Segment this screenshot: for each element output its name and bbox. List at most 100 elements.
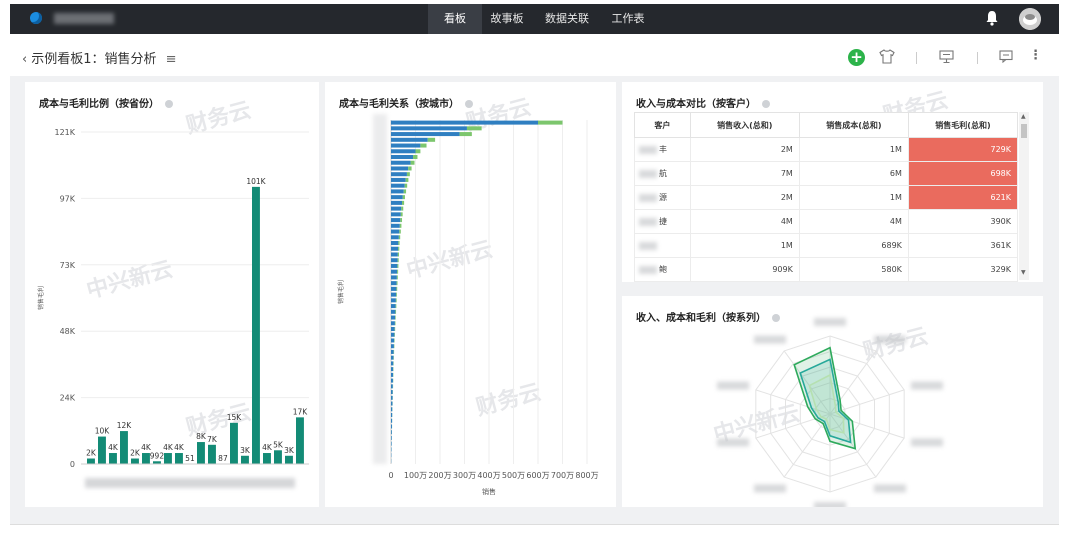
- cost-bar: [391, 132, 460, 137]
- cost-bar: [391, 390, 393, 395]
- province-bar-chart[interactable]: 024K48K73K97K121K销售毛利2K10K4K12K2K4K9924K…: [25, 82, 319, 507]
- cost-bar: [391, 361, 394, 366]
- cost-bar: [391, 418, 393, 423]
- col-header[interactable]: 销售收入(总和): [689, 112, 800, 138]
- user-avatar[interactable]: [1019, 8, 1041, 30]
- bell-icon[interactable]: [985, 10, 999, 26]
- cost-bar: [391, 424, 392, 429]
- cost-bar: [391, 309, 396, 314]
- table-row[interactable]: 源 2M 1M 621K: [634, 185, 1019, 210]
- y-tick-label: 24K: [60, 394, 76, 403]
- bar: [98, 436, 106, 464]
- city-hbar-chart[interactable]: 0 100万 200万 300万 400万 500万 600万 700万 800万销售 销售毛利: [325, 82, 616, 507]
- tab-worksheet[interactable]: 工作表: [602, 4, 654, 34]
- cost-bar: [391, 384, 393, 389]
- radar-axis-label-blurred: [814, 318, 846, 326]
- cost-bar: [391, 263, 398, 268]
- profit-bar: [402, 200, 405, 205]
- bar: [175, 453, 183, 464]
- menu-icon[interactable]: ≡: [166, 52, 177, 67]
- table-row[interactable]: 捷 4M 4M 390K: [634, 209, 1019, 234]
- table-cell-gp: 390K: [907, 209, 1019, 234]
- table-cell-gp: 329K: [907, 257, 1019, 282]
- cost-bar: [391, 137, 428, 142]
- data-label: 15K: [227, 413, 243, 422]
- col-header[interactable]: 销售毛利(总和): [907, 112, 1019, 138]
- x-tick-label: 600万: [526, 471, 549, 480]
- profit-bar: [397, 258, 399, 263]
- profit-bar: [459, 132, 472, 137]
- customer-name-blurred: [639, 241, 657, 250]
- bar: [142, 453, 150, 464]
- tab-dashboard[interactable]: 看板: [428, 4, 482, 34]
- profit-bar: [401, 206, 404, 211]
- cost-bar: [391, 315, 396, 320]
- table-row[interactable]: 鲍 909K 580K 329K: [634, 257, 1019, 282]
- data-label: 4K: [163, 443, 174, 452]
- table-cell-gp: 361K: [907, 233, 1019, 258]
- cost-bar: [391, 252, 398, 257]
- data-label: 8K: [196, 432, 207, 441]
- data-label: 87: [218, 454, 228, 463]
- y-tick-label: 121K: [54, 128, 75, 137]
- profit-bar: [395, 298, 397, 303]
- scroll-up-icon[interactable]: ▲: [1021, 114, 1027, 120]
- col-header[interactable]: 客户: [634, 112, 691, 138]
- profit-bar: [394, 321, 396, 326]
- bar: [109, 453, 117, 464]
- profit-bar: [408, 166, 412, 171]
- col-header[interactable]: 销售成本(总和): [798, 112, 909, 138]
- profit-bar: [396, 281, 398, 286]
- add-button[interactable]: +: [848, 49, 865, 66]
- x-tick-label: 200万: [428, 471, 451, 480]
- cost-bar: [391, 212, 401, 217]
- app-logo-icon[interactable]: [30, 12, 42, 24]
- profit-bar: [403, 189, 407, 194]
- table-row[interactable]: 航 7M 6M 698K: [634, 161, 1019, 186]
- table-cell-cost: 580K: [798, 257, 909, 282]
- cost-bar: [391, 281, 397, 286]
- toolbar-separator: [977, 52, 978, 64]
- table-cell-gp: 621K: [907, 185, 1019, 210]
- panel-province-bar[interactable]: 成本与毛利比例（按省份） 财务云 中兴新云 财务云 0 24K 48K 73K 97K 1…: [25, 82, 319, 507]
- profit-bar: [420, 143, 427, 148]
- theme-shirt-icon[interactable]: [879, 49, 895, 64]
- table-cell-cust: 鲍: [634, 257, 691, 282]
- y-axis-label: 销售毛利: [337, 280, 345, 304]
- tab-storyboard[interactable]: 故事板: [482, 4, 532, 34]
- data-label: 5K: [273, 440, 284, 449]
- cost-bar: [391, 344, 394, 349]
- scrollbar-thumb[interactable]: [1021, 124, 1027, 138]
- table-scrollbar[interactable]: ▲ ▼: [1019, 112, 1029, 280]
- panel-series-radar[interactable]: 收入、成本和毛利（按系列） 财务云 中兴新云: [622, 296, 1043, 507]
- panel-city-hbar[interactable]: 成本与毛利关系（按城市） 财务云 中兴新云 财务云 0 100万 200万 300万 4…: [325, 82, 616, 507]
- profit-bar: [398, 235, 401, 240]
- series-radar-chart[interactable]: [622, 296, 1043, 507]
- cost-bar: [391, 292, 397, 297]
- table-cell-cost: 1M: [798, 185, 909, 210]
- data-label: 3K: [240, 446, 251, 455]
- table-row[interactable]: 丰 2M 1M 729K: [634, 137, 1019, 162]
- cost-bar: [391, 430, 392, 435]
- screen-present-icon[interactable]: [939, 50, 954, 64]
- cost-bar: [391, 349, 394, 354]
- cost-bar: [391, 321, 395, 326]
- table-row[interactable]: 1M 689K 361K: [634, 233, 1019, 258]
- tab-data-relation[interactable]: 数据关联: [536, 4, 598, 34]
- radar-axis-label-blurred: [754, 484, 787, 493]
- more-options-icon[interactable]: ⋮: [1029, 48, 1042, 63]
- back-chevron-icon[interactable]: ‹: [22, 52, 27, 67]
- info-icon[interactable]: [762, 100, 770, 108]
- profit-bar: [395, 309, 397, 314]
- cost-bar: [391, 378, 393, 383]
- bar: [120, 431, 128, 464]
- panel-customer-table[interactable]: 收入与成本对比（按客户） 财务云 客户 销售收入(总和) 销售成本(总和) 销售…: [622, 82, 1043, 282]
- table-cell-cust: 丰: [634, 137, 691, 162]
- bar: [274, 450, 282, 464]
- cost-bar: [391, 332, 395, 337]
- comment-icon[interactable]: [999, 50, 1013, 63]
- data-label: 2K: [86, 449, 97, 458]
- breadcrumb: ‹ 示例看板1：销售分析 ≡: [22, 48, 177, 67]
- cost-bar: [391, 241, 399, 246]
- scroll-down-icon[interactable]: ▼: [1021, 270, 1027, 276]
